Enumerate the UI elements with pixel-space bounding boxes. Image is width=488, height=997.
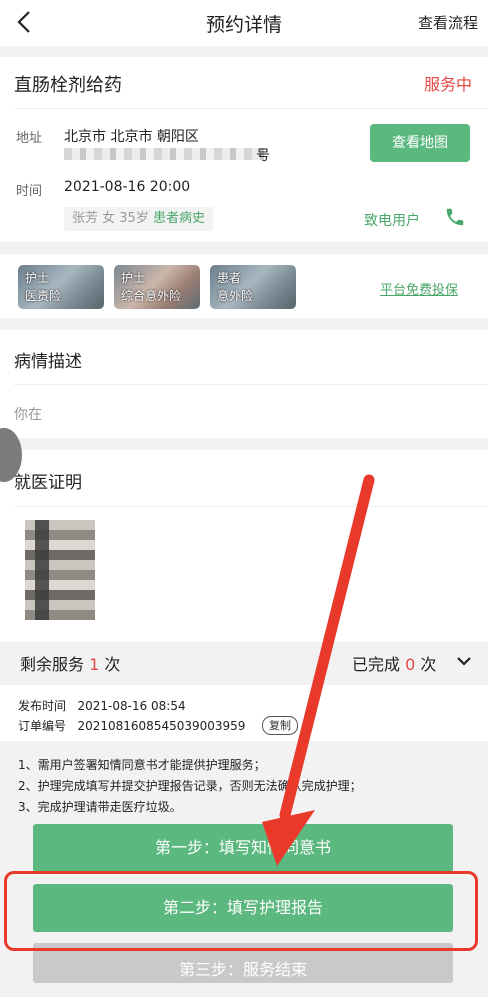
completed-label: 已完成 — [352, 655, 401, 674]
address-tail: 号 — [256, 148, 270, 164]
step1-consent-button[interactable]: 第一步：填写知情同意书 — [33, 824, 453, 872]
medical-proof-title: 就医证明 — [14, 473, 82, 493]
divider — [14, 506, 488, 507]
note-line: 1、需用户签署知情同意书才能提供护理服务； — [18, 758, 266, 772]
copy-button[interactable]: 复制 — [262, 716, 298, 735]
time-label: 时间 — [16, 184, 43, 199]
remaining-count: 1 — [89, 655, 100, 674]
remaining-service: 剩余服务 1 次 — [20, 651, 120, 675]
badge-line1: 护士 — [25, 271, 50, 285]
order-number-row: 订单编号 20210816085450390039​59 — [18, 717, 245, 734]
order-number: 20210816085450390039​59 — [77, 719, 246, 733]
completed-service: 已完成 0 次 — [352, 651, 436, 675]
service-name: 直肠栓剂给药 — [14, 75, 122, 96]
appointment-time: 2021-08-16 20:00 — [64, 179, 191, 195]
insurance-badge: 护士 综合意外险 — [114, 265, 200, 309]
address-text: 北京市 北京市 朝阳区 — [64, 129, 199, 145]
remaining-label: 剩余服务 — [20, 655, 85, 674]
service-status-badge: 服务中 — [423, 75, 472, 94]
divider — [14, 108, 488, 109]
medical-proof-photo[interactable] — [25, 520, 95, 620]
patient-info: 张芳 女 35岁 — [72, 211, 149, 226]
badge-line1: 护士 — [121, 271, 146, 285]
badge-line2: 综合意外险 — [121, 289, 182, 303]
publish-time-row: 发布时间 2021-08-16 08:54 — [18, 697, 186, 714]
insurance-badge: 护士 医责险 — [18, 265, 104, 309]
condition-title: 病情描述 — [14, 352, 82, 372]
condition-text: 你在 — [14, 407, 42, 423]
publish-time: 2021-08-16 08:54 — [77, 699, 186, 713]
divider — [14, 384, 488, 385]
free-insurance-link[interactable]: 平台免费投保 — [380, 279, 458, 298]
badge-line2: 医责险 — [25, 289, 62, 303]
publish-label: 发布时间 — [18, 699, 67, 713]
chevron-down-icon[interactable] — [456, 655, 472, 667]
address-label: 地址 — [16, 131, 43, 146]
annotation-highlight-box — [4, 871, 478, 951]
remaining-unit: 次 — [104, 655, 121, 674]
order-label: 订单编号 — [18, 719, 67, 733]
address-blurred — [64, 148, 264, 160]
page-title: 预约详情 — [205, 14, 282, 36]
patient-history-link[interactable]: 患者病史 — [153, 211, 205, 226]
view-map-button[interactable]: 查看地图 — [370, 124, 470, 162]
call-user-link[interactable]: 致电用户 — [364, 210, 420, 230]
badge-line2: 意外险 — [217, 289, 254, 303]
note-line: 2、护理完成填写并提交护理报告记录，否则无法确认完成护理； — [18, 779, 362, 793]
phone-icon[interactable] — [444, 206, 466, 228]
completed-unit: 次 — [420, 655, 437, 674]
badge-line1: 患者 — [217, 271, 242, 285]
completed-count: 0 — [405, 655, 416, 674]
view-process-link[interactable]: 查看流程 — [418, 12, 478, 33]
note-line: 3、完成护理请带走医疗垃圾。 — [18, 800, 182, 814]
patient-info-chip: 张芳 女 35岁 患者病史 — [64, 207, 213, 231]
insurance-badge: 患者 意外险 — [210, 265, 296, 309]
